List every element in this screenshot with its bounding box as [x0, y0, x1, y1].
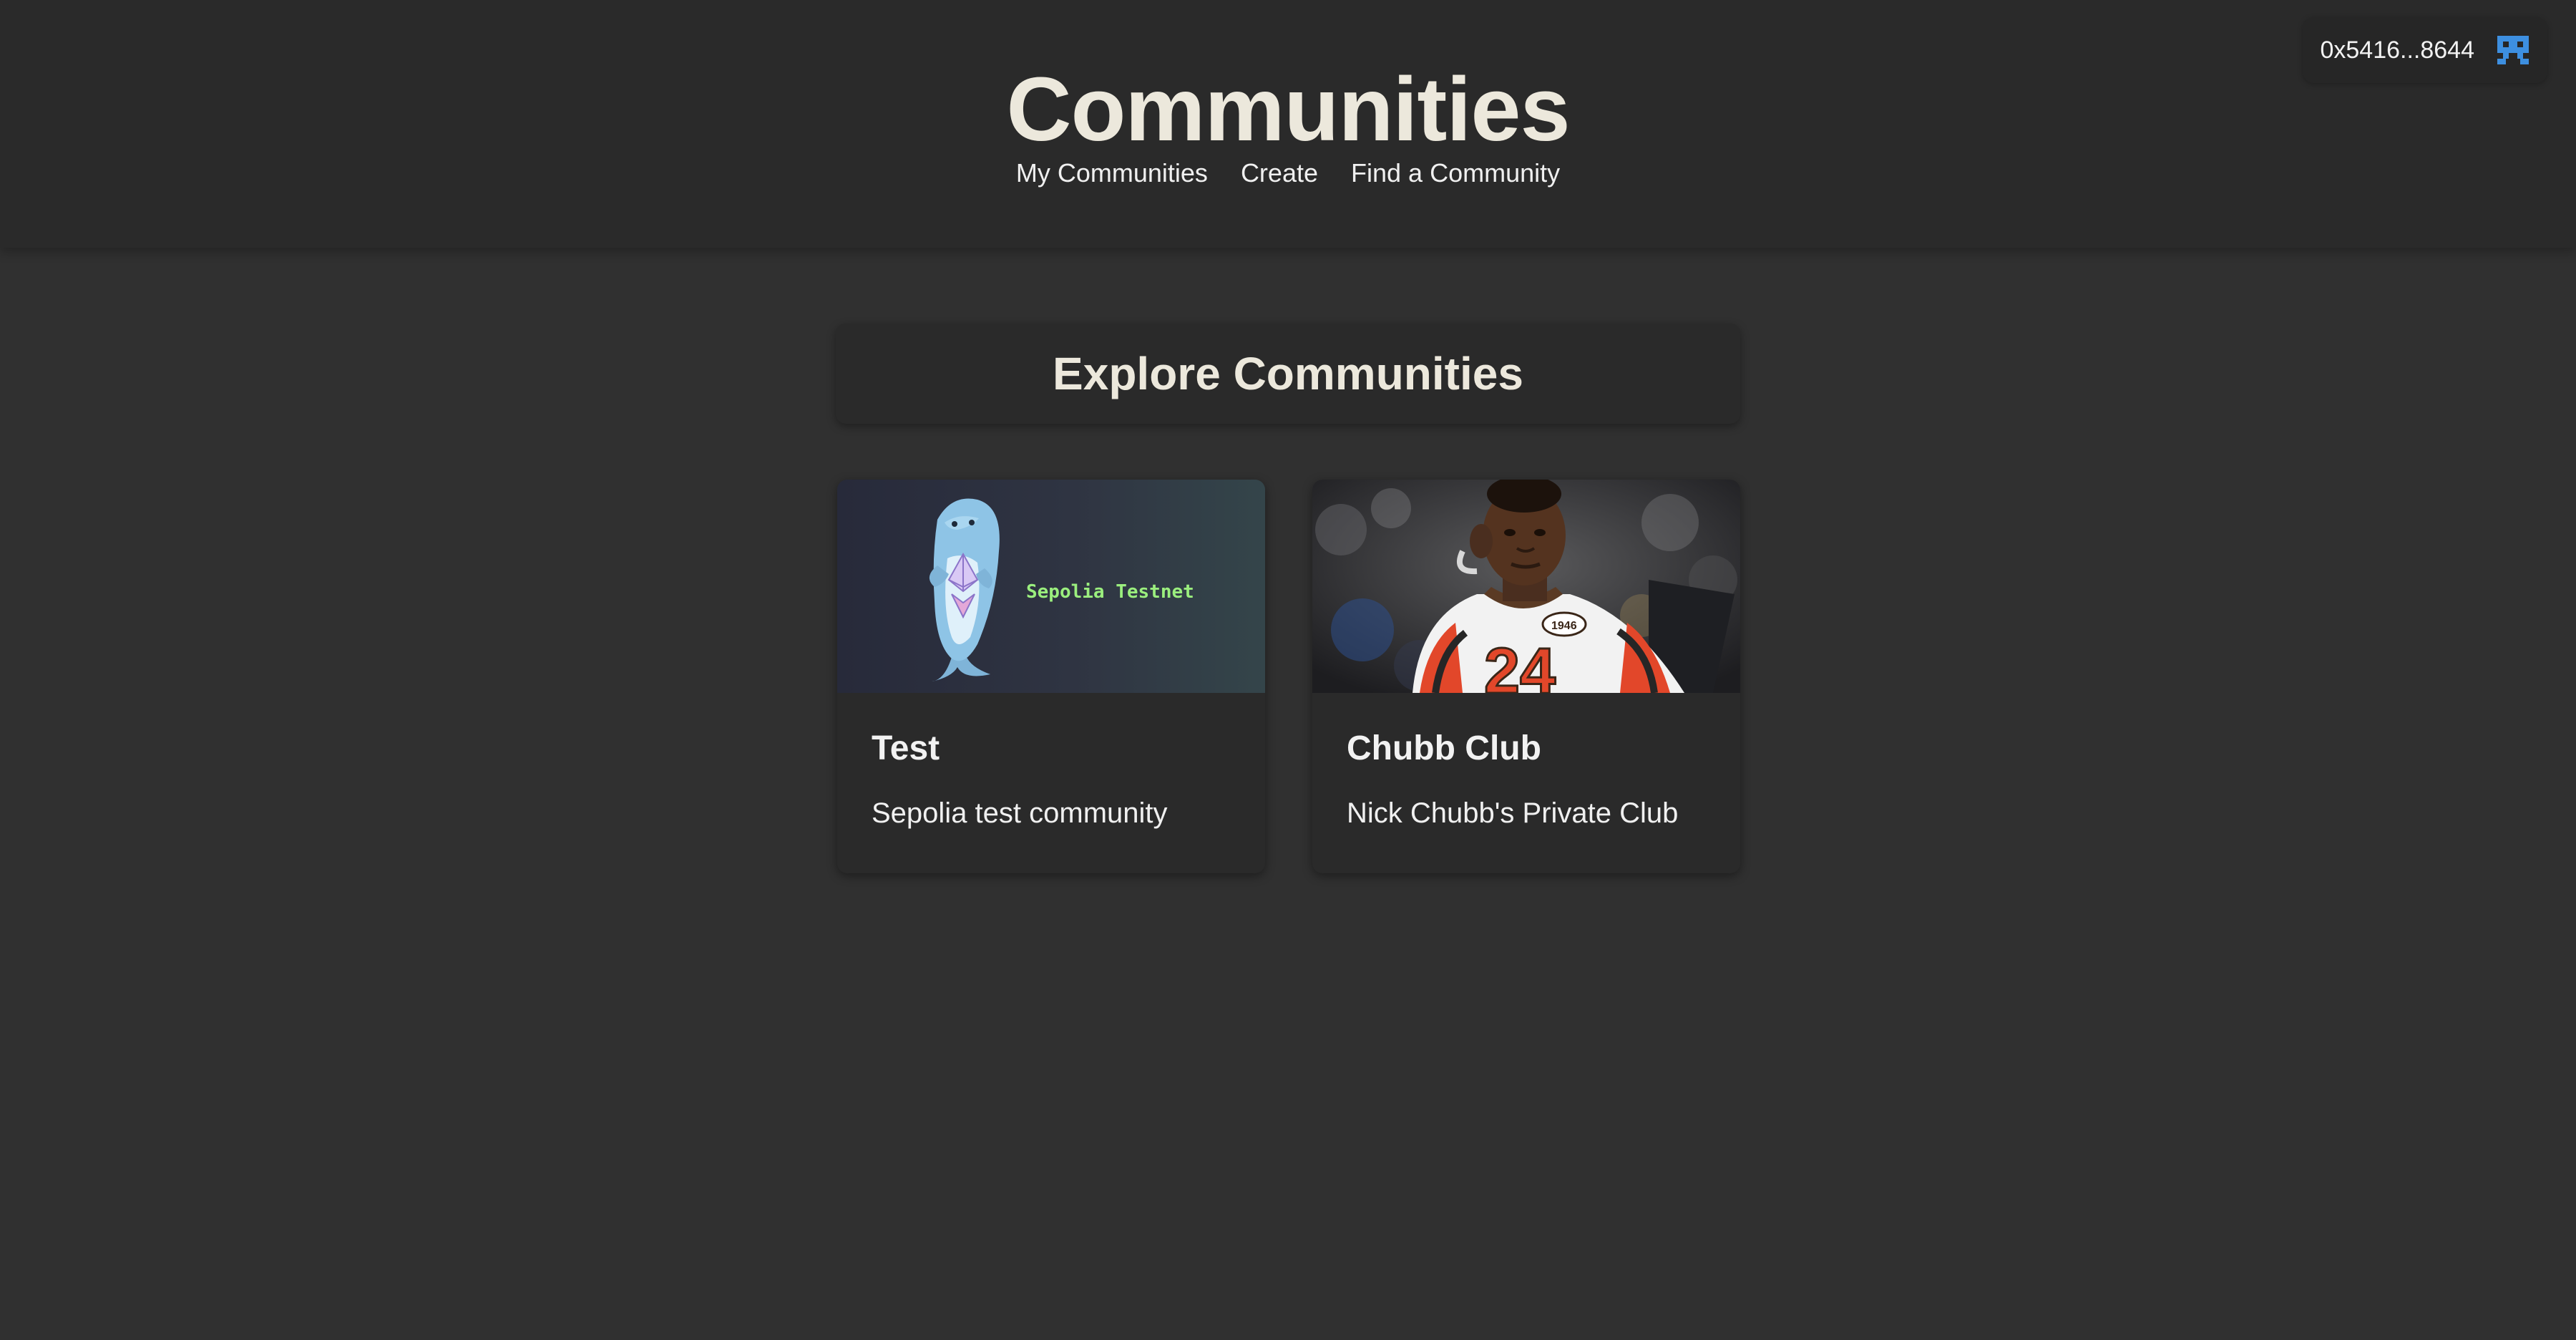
pixel-avatar-icon: [2497, 36, 2529, 64]
community-description: Nick Chubb's Private Club: [1347, 797, 1679, 829]
community-image-test: Sepolia Testnet: [837, 480, 1265, 693]
community-description: Sepolia test community: [872, 797, 1168, 829]
nav-my-communities[interactable]: My Communities: [1016, 156, 1208, 190]
nav-find-community[interactable]: Find a Community: [1351, 156, 1560, 190]
wallet-button[interactable]: 0x5416...8644: [2303, 17, 2547, 83]
community-name: Chubb Club: [1347, 729, 1541, 767]
community-image-chubb-club: 24 1946: [1312, 480, 1740, 693]
sepolia-testnet-label: Sepolia Testnet: [1026, 581, 1194, 603]
football-player-photo: 24 1946: [1312, 480, 1740, 693]
page: Communities My Communities Create Find a…: [0, 0, 2576, 1340]
wallet-address: 0x5416...8644: [2320, 36, 2474, 64]
community-name: Test: [872, 729, 940, 767]
jersey-number: 24: [1484, 636, 1556, 693]
jersey-patch: 1946: [1551, 620, 1577, 632]
community-card-test[interactable]: Sepolia Testnet Test Sepolia test commun…: [837, 480, 1265, 873]
community-card-chubb-club[interactable]: 24 1946 Chubb Club Nick Chubb's Private …: [1312, 480, 1740, 873]
nav-create[interactable]: Create: [1241, 156, 1318, 190]
explore-header: Explore Communities: [836, 324, 1740, 424]
main-nav: My Communities Create Find a Community: [0, 156, 2576, 190]
site-header: Communities My Communities Create Find a…: [0, 0, 2576, 248]
section-title: Explore Communities: [1053, 348, 1523, 399]
page-title: Communities: [1006, 59, 1570, 160]
